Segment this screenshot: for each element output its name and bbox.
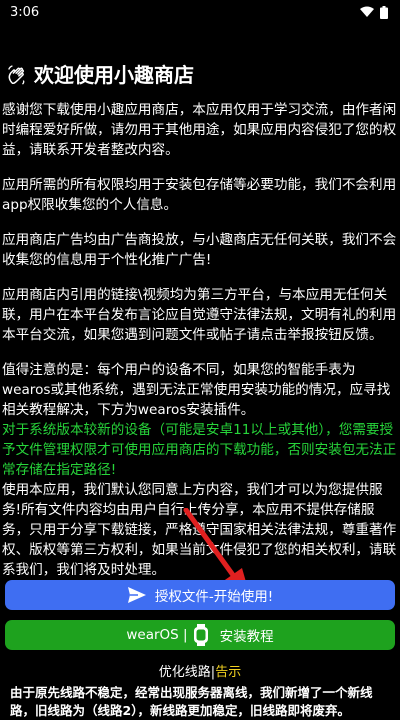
notice-text: 由于原先线路不稳定，经常出现服务器离线，我们新增了一个新线路，旧线路为（线路2）… bbox=[10, 685, 373, 718]
wearos-prefix-label: wearOS | bbox=[126, 627, 188, 643]
page-title: 欢迎使用小趣商店 bbox=[34, 63, 194, 87]
wearos-paragraph: 值得注意的是：每个用户的设备不同，如果您的智能手表为wearos或其他系统，遇到… bbox=[2, 362, 391, 418]
agreement-paragraph: 使用本应用，我们默认您同意上方内容，我们才可以为您提供服务!所有文件内容均由用户… bbox=[2, 482, 397, 578]
wearos-tutorial-label: 安装教程 bbox=[219, 629, 274, 645]
links-paragraph: 应用商店内引用的链接\视频均为第三方平台，与本应用无任何关联，用户在本平台发布言… bbox=[2, 287, 397, 343]
status-icons bbox=[360, 5, 388, 19]
notice-link[interactable]: 告示 bbox=[215, 665, 241, 680]
status-time: 3:06 bbox=[10, 4, 40, 20]
page-header: 欢迎使用小趣商店 bbox=[6, 62, 194, 88]
content-body: 感谢您下载使用小趣应用商店，本应用仅用于学习交流，由作者闲时编程爱好所做，请勿用… bbox=[2, 100, 398, 580]
status-bar: 3:06 bbox=[0, 0, 400, 24]
storage-warning-text: 对于系统版本较新的设备（可能是安卓11以上或其他），您需要授予文件管理权限才可使… bbox=[2, 422, 397, 478]
route-notice-bar: 优化线路|告示 bbox=[0, 664, 400, 682]
waving-hand-icon bbox=[8, 65, 25, 85]
authorize-start-button[interactable]: 授权文件-开始使用! bbox=[5, 580, 395, 610]
intro-paragraph: 感谢您下载使用小趣应用商店，本应用仅用于学习交流，由作者闲时编程爱好所做，请勿用… bbox=[2, 102, 397, 158]
authorize-start-label: 授权文件-开始使用! bbox=[154, 589, 274, 605]
ads-paragraph: 应用商店广告均由广告商投放，与小趣商店无任何关联，我们不会收集您的信息用于个性化… bbox=[2, 232, 397, 268]
wearos-tutorial-button[interactable]: wearOS | 安装教程 bbox=[5, 620, 395, 650]
watch-icon bbox=[193, 624, 208, 646]
send-icon bbox=[127, 587, 146, 603]
battery-icon bbox=[380, 5, 388, 19]
optimize-route-link[interactable]: 优化线路 bbox=[159, 665, 211, 680]
permission-paragraph: 应用所需的所有权限均用于安装包存储等必要功能，我们不会利用app权限收集您的个人… bbox=[2, 177, 397, 213]
wifi-icon bbox=[360, 6, 374, 17]
